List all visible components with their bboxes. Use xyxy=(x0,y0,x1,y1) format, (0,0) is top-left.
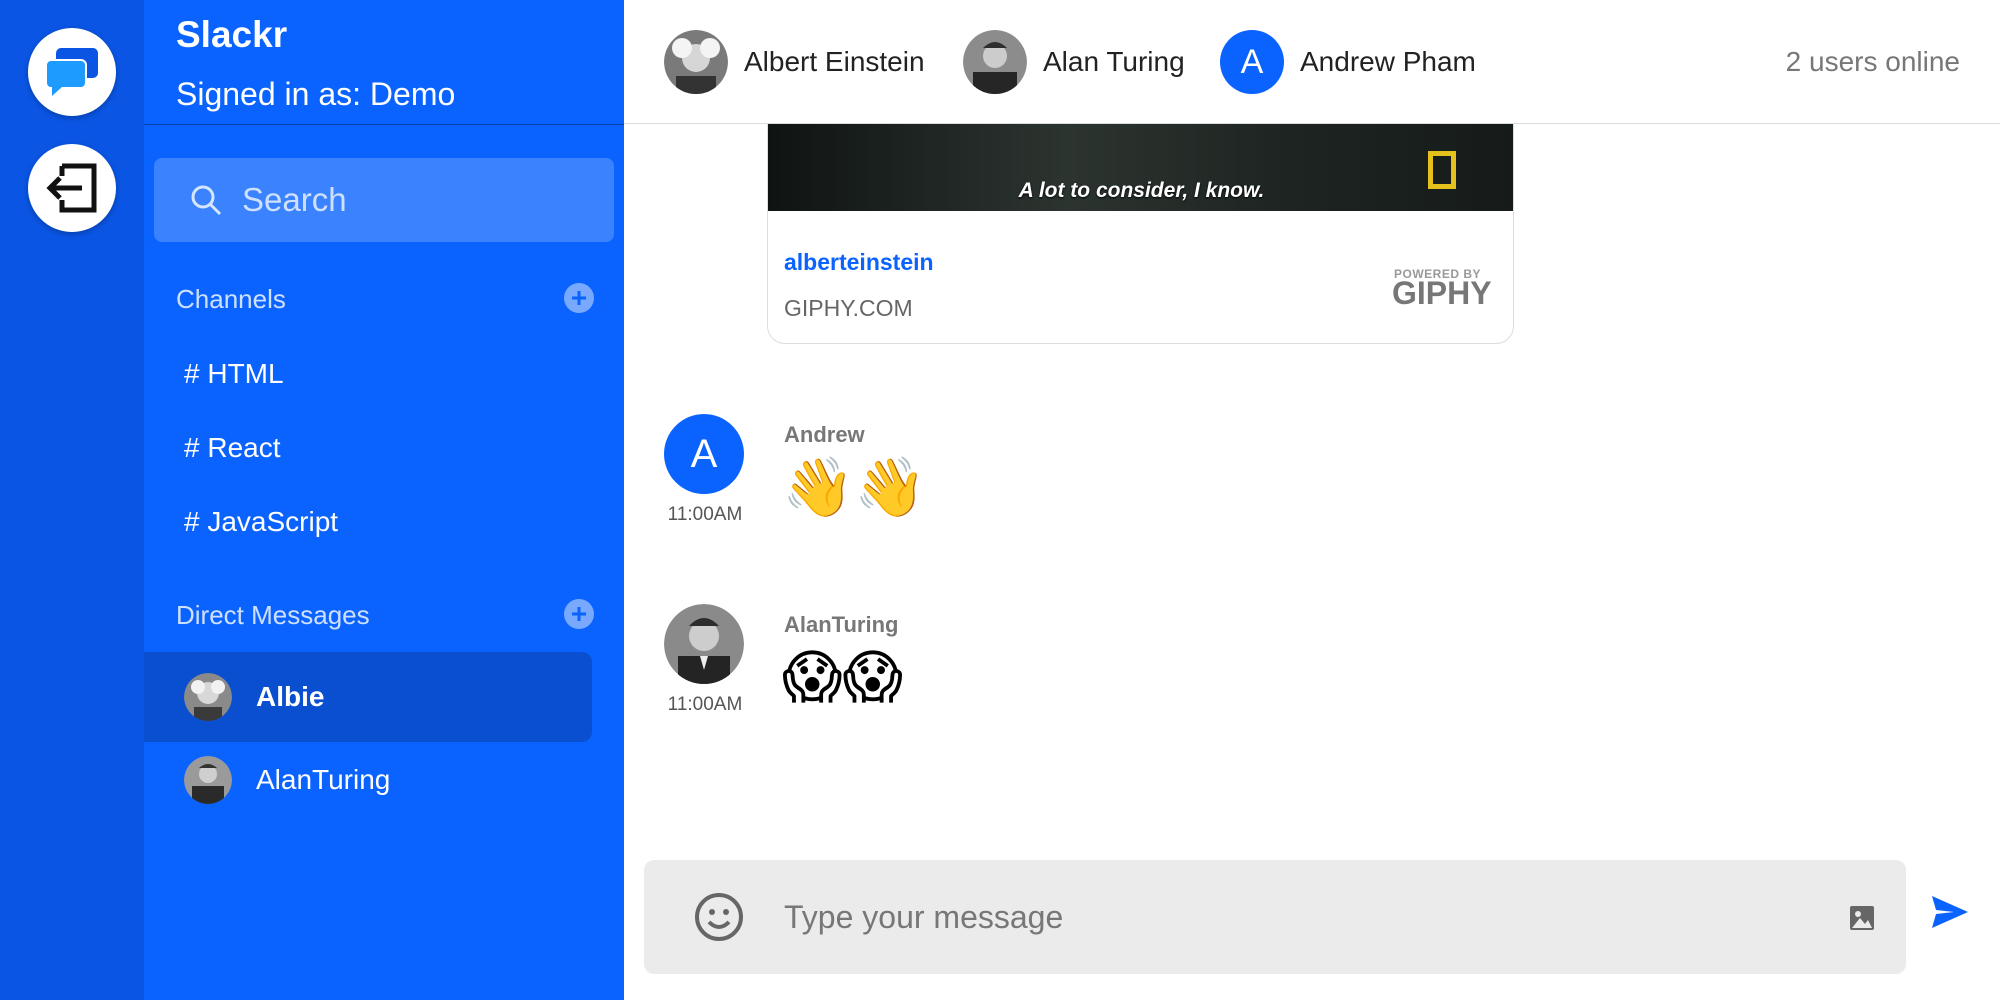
gif-user-link[interactable]: alberteinstein xyxy=(784,249,934,276)
dm-item-alanturing[interactable]: AlanTuring xyxy=(144,736,592,824)
search-placeholder: Search xyxy=(242,181,347,218)
member-alan-turing[interactable]: Alan Turing xyxy=(963,30,1185,94)
signed-in-status: Signed in as: Demo xyxy=(176,76,456,112)
attach-image-button[interactable] xyxy=(1848,904,1876,937)
chat-header: Albert Einstein Alan Turing A Andrew Pha… xyxy=(624,0,2000,124)
gif-caption: A lot to consider, I know. xyxy=(1018,179,1265,202)
member-andrew-pham[interactable]: A Andrew Pham xyxy=(1220,30,1476,94)
avatar xyxy=(664,604,744,684)
logout-icon xyxy=(46,163,97,213)
gif-domain: GIPHY.COM xyxy=(784,295,913,321)
plus-icon xyxy=(572,291,586,305)
dm-item-albie[interactable]: Albie xyxy=(144,652,592,742)
send-icon xyxy=(1932,896,1968,928)
direct-messages-heading: Direct Messages xyxy=(176,600,370,630)
avatar xyxy=(963,30,1027,94)
giphy-logo: GIPHY xyxy=(1392,275,1492,311)
message-author: AlanTuring xyxy=(784,612,899,637)
add-channel-button[interactable] xyxy=(564,283,594,313)
avatar xyxy=(664,30,728,94)
add-direct-message-button[interactable] xyxy=(564,599,594,629)
sidebar-divider xyxy=(144,124,624,125)
dm-name: Albie xyxy=(256,681,325,712)
channels-heading: Channels xyxy=(176,284,286,314)
message-time: 11:00AM xyxy=(667,504,743,525)
dm-name: AlanTuring xyxy=(256,764,391,795)
member-name: Albert Einstein xyxy=(744,46,925,77)
chat-button[interactable] xyxy=(28,28,116,116)
search-icon xyxy=(191,185,222,216)
send-button[interactable] xyxy=(1930,894,1970,935)
emoji-button[interactable] xyxy=(694,892,744,947)
channel-item-react[interactable]: # React xyxy=(184,432,281,464)
member-albert-einstein[interactable]: Albert Einstein xyxy=(664,30,925,94)
channel-item-javascript[interactable]: # JavaScript xyxy=(184,506,338,538)
avatar: A xyxy=(1220,30,1284,94)
member-name: Alan Turing xyxy=(1043,46,1185,77)
logout-button[interactable] xyxy=(28,144,116,232)
search-box[interactable]: Search xyxy=(154,158,614,242)
message-body: 😱😱 xyxy=(782,645,903,710)
image-icon xyxy=(1850,906,1874,930)
app-rail xyxy=(0,0,144,1000)
main-chat-area: Albert Einstein Alan Turing A Andrew Pha… xyxy=(624,0,2000,1000)
message-author: Andrew xyxy=(784,422,865,447)
member-name: Andrew Pham xyxy=(1300,46,1476,77)
emoji-icon xyxy=(695,893,743,941)
channel-item-html[interactable]: # HTML xyxy=(184,358,284,390)
chat-bubbles-icon xyxy=(45,48,98,96)
message-time: 11:00AM xyxy=(667,694,743,715)
sidebar: Slackr Signed in as: Demo Search Channel… xyxy=(144,0,624,1000)
message-input[interactable] xyxy=(784,888,1784,946)
plus-icon xyxy=(572,607,586,621)
avatar: A xyxy=(664,414,744,494)
message-composer xyxy=(644,860,1906,974)
avatar xyxy=(184,673,232,721)
workspace-name: Slackr xyxy=(176,14,288,55)
avatar xyxy=(184,756,232,804)
online-count: 2 users online xyxy=(1785,46,1960,77)
message-body: 👋👋 xyxy=(782,455,927,520)
